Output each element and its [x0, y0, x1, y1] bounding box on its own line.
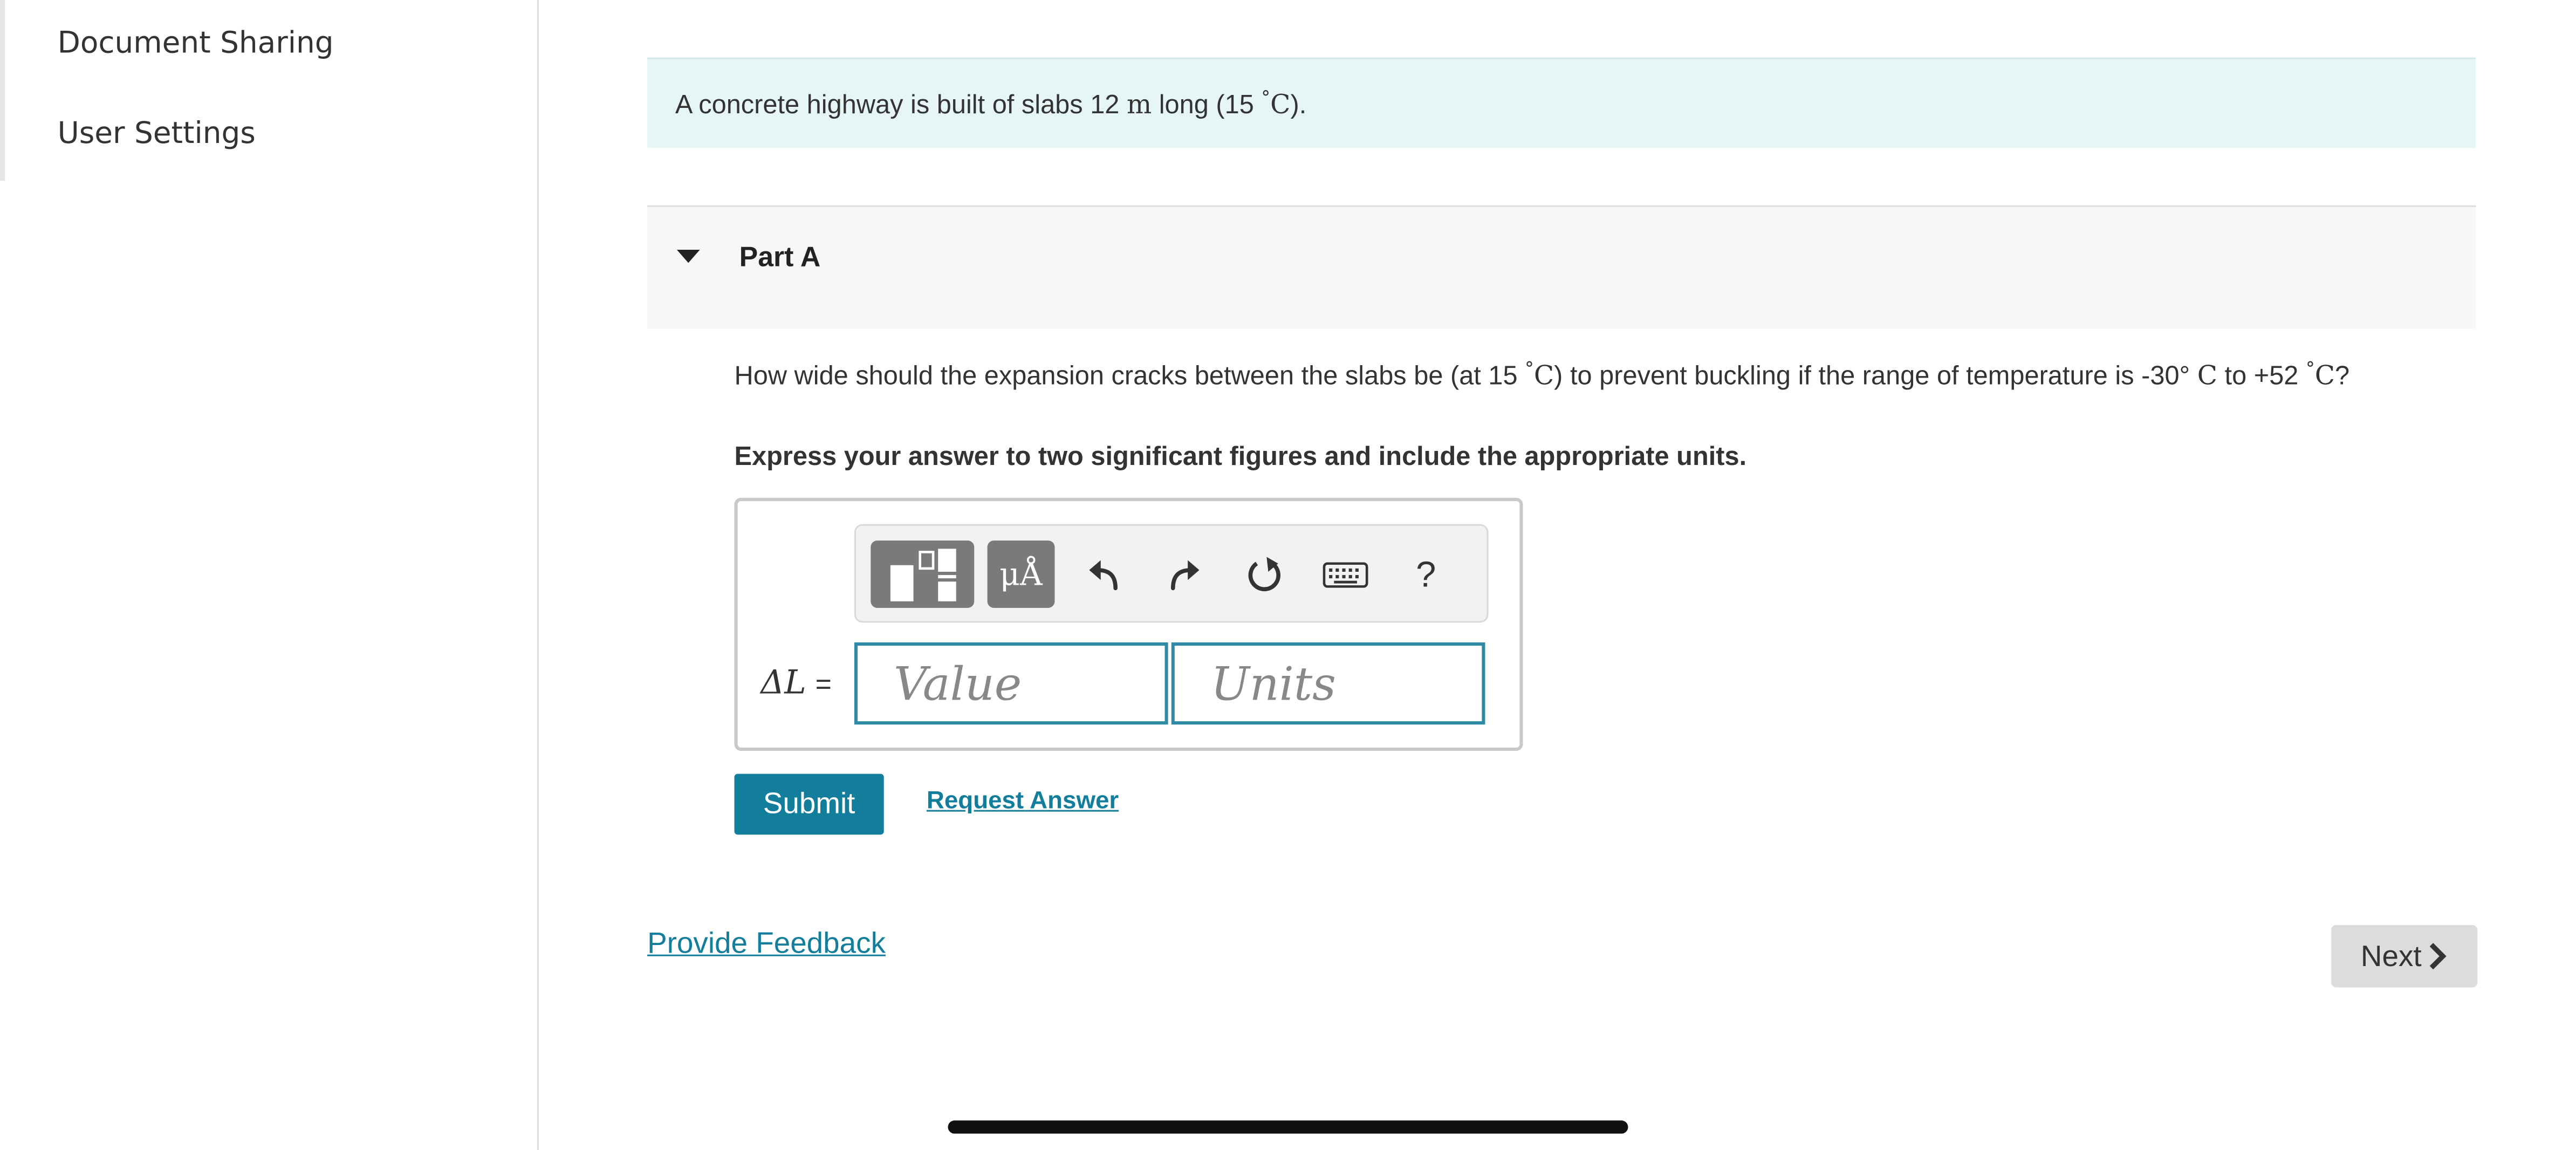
math-toolbar: μÅ ? [854, 524, 1489, 623]
sidebar-item-user-settings[interactable]: User Settings [58, 117, 256, 151]
collapse-caret-icon[interactable] [676, 249, 700, 263]
intro-text-segment: ). [1290, 92, 1307, 120]
keyboard-button[interactable] [1318, 540, 1374, 608]
degree-symbol: ° [1261, 87, 1271, 109]
intro-text-segment: long (15 [1152, 92, 1262, 120]
question-segment: ? [2335, 363, 2350, 391]
degree-symbol: ° [1525, 358, 1534, 380]
delta-l-symbol: ΔL [761, 662, 806, 702]
request-answer-link[interactable]: Request Answer [927, 787, 1119, 815]
problem-intro-panel: A concrete highway is built of slabs 12 … [647, 57, 2476, 148]
redo-icon [1170, 559, 1200, 590]
next-label: Next [2360, 939, 2422, 972]
part-title: Part A [739, 241, 821, 273]
celsius-unit: C [2314, 360, 2335, 391]
celsius-unit: C [2197, 360, 2218, 391]
celsius-unit: C [1270, 88, 1291, 120]
sidebar-item-document-sharing[interactable]: Document Sharing [58, 26, 334, 61]
units-input[interactable] [1171, 642, 1485, 725]
question-segment: to +52 [2217, 363, 2306, 391]
intro-unit: m [1126, 88, 1152, 120]
degree-symbol: ° [2179, 363, 2190, 391]
help-button[interactable]: ? [1398, 540, 1454, 608]
celsius-unit: C [1533, 360, 1554, 391]
question-text: How wide should the expansion cracks bet… [735, 352, 2394, 394]
reset-icon [1248, 556, 1280, 591]
next-button[interactable]: Next [2331, 925, 2478, 988]
sidebar: Document Sharing User Settings [0, 0, 539, 1150]
templates-icon [889, 547, 956, 601]
answer-instruction: Express your answer to two significant f… [734, 443, 1747, 472]
intro-text-segment: A concrete highway is built of slabs 12 [675, 92, 1127, 120]
answer-entry-box: μÅ ? ΔL = Value Units [734, 497, 1523, 751]
part-a-header[interactable]: Part A [647, 205, 2476, 329]
question-segment: ) to prevent buckling if the range of te… [1554, 363, 2180, 391]
question-segment: How wide should the expansion cracks bet… [734, 363, 1525, 391]
home-indicator-bar [948, 1120, 1628, 1134]
degree-symbol: ° [2305, 358, 2315, 380]
keyboard-icon [1323, 561, 1368, 587]
redo-button[interactable] [1156, 540, 1212, 608]
reset-button[interactable] [1237, 540, 1293, 608]
help-icon: ? [1416, 552, 1436, 594]
sidebar-scroll-indicator [0, 0, 5, 181]
submit-button[interactable]: Submit [734, 773, 884, 835]
provide-feedback-link[interactable]: Provide Feedback [647, 927, 886, 961]
units-icon: μÅ [999, 556, 1043, 593]
value-input[interactable] [854, 642, 1168, 725]
undo-icon [1089, 559, 1118, 590]
undo-button[interactable] [1076, 540, 1132, 608]
chevron-right-icon [2429, 943, 2447, 970]
units-button[interactable]: μÅ [987, 540, 1055, 608]
equals-sign: = [815, 668, 832, 700]
problem-intro-text: A concrete highway is built of slabs 12 … [675, 87, 1306, 121]
variable-label: ΔL = [761, 662, 832, 703]
templates-button[interactable] [871, 540, 975, 608]
